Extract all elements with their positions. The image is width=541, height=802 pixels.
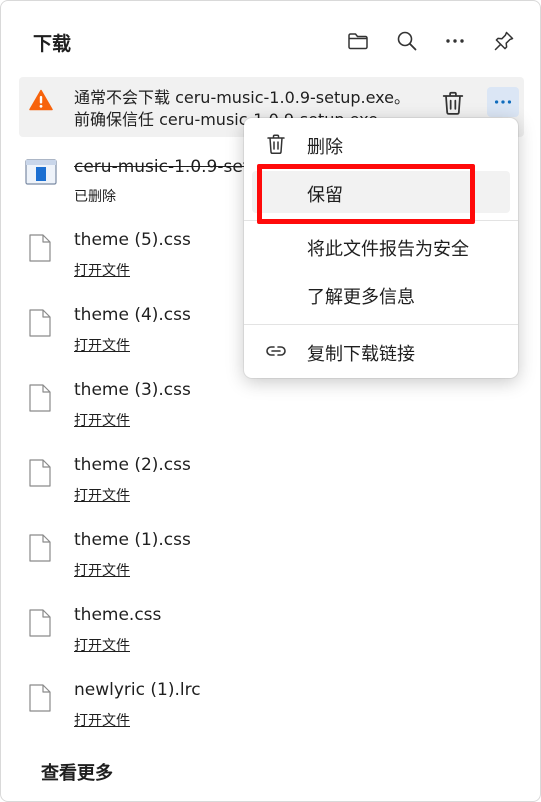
- menu-item-label: 了解更多信息: [307, 287, 415, 308]
- file-icon: [29, 384, 51, 412]
- open-file-link[interactable]: 打开文件: [74, 485, 130, 505]
- file-icon: [29, 684, 51, 712]
- search-button[interactable]: [391, 25, 423, 57]
- ellipsis-icon: [446, 39, 464, 43]
- open-file-link[interactable]: 打开文件: [74, 560, 130, 580]
- menu-item-label: 复制下载链接: [307, 344, 415, 365]
- ellipsis-icon: [494, 100, 512, 104]
- download-item[interactable]: theme (1).css 打开文件: [19, 530, 524, 590]
- file-icon: [29, 234, 51, 262]
- search-icon: [397, 31, 417, 51]
- file-icon: [29, 459, 51, 487]
- delete-icon[interactable]: [439, 89, 467, 117]
- menu-item-keep[interactable]: 保留: [252, 171, 510, 213]
- file-name: theme (1).css: [74, 530, 191, 550]
- file-icon: [29, 534, 51, 562]
- installer-app-icon: [25, 159, 57, 185]
- downloads-panel: 下载 通常不会下载 ceru-music-1.0.9-setup.exe。 前确…: [0, 0, 541, 802]
- file-icon: [29, 309, 51, 337]
- open-file-link[interactable]: 打开文件: [74, 635, 130, 655]
- menu-item-copy-link[interactable]: 复制下载链接: [252, 330, 510, 372]
- file-name: theme (2).css: [74, 455, 191, 475]
- open-file-link[interactable]: 打开文件: [74, 260, 130, 280]
- file-icon: [29, 609, 51, 637]
- more-options-button[interactable]: [439, 25, 471, 57]
- download-item[interactable]: theme.css 打开文件: [19, 605, 524, 665]
- file-status: 已删除: [74, 189, 116, 205]
- item-more-button[interactable]: [487, 87, 519, 117]
- warning-icon: [29, 89, 53, 111]
- menu-divider: [244, 324, 518, 325]
- menu-item-label: 保留: [307, 185, 343, 206]
- warning-message-line1: 通常不会下载 ceru-music-1.0.9-setup.exe。: [74, 88, 411, 107]
- menu-item-label: 将此文件报告为安全: [307, 239, 469, 260]
- pin-icon: [494, 31, 514, 51]
- menu-item-delete[interactable]: 删除: [252, 123, 510, 165]
- open-file-link[interactable]: 打开文件: [74, 335, 130, 355]
- download-item[interactable]: newlyric (1).lrc 打开文件: [19, 680, 524, 740]
- download-item[interactable]: theme (3).css 打开文件: [19, 380, 524, 440]
- file-name: theme.css: [74, 605, 162, 625]
- downloads-header: 下载: [1, 1, 540, 77]
- file-name: theme (5).css: [74, 230, 191, 250]
- open-file-link[interactable]: 打开文件: [74, 710, 130, 730]
- download-item[interactable]: theme (2).css 打开文件: [19, 455, 524, 515]
- file-name: theme (3).css: [74, 380, 191, 400]
- menu-item-report-safe[interactable]: 将此文件报告为安全: [252, 225, 510, 267]
- pin-button[interactable]: [488, 25, 520, 57]
- file-name: theme (4).css: [74, 305, 191, 325]
- see-more-link[interactable]: 查看更多: [41, 759, 113, 785]
- link-icon: [266, 346, 286, 356]
- menu-item-label: 删除: [307, 137, 343, 158]
- open-folder-button[interactable]: [342, 25, 374, 57]
- menu-divider: [244, 220, 518, 221]
- open-file-link[interactable]: 打开文件: [74, 410, 130, 430]
- item-context-menu: 删除 保留 将此文件报告为安全 了解更多信息 复制下载链接: [244, 118, 518, 378]
- panel-title: 下载: [33, 33, 72, 55]
- delete-icon: [267, 134, 285, 155]
- folder-icon: [348, 33, 368, 50]
- file-name: newlyric (1).lrc: [74, 680, 201, 700]
- menu-item-learn-more[interactable]: 了解更多信息: [252, 273, 510, 315]
